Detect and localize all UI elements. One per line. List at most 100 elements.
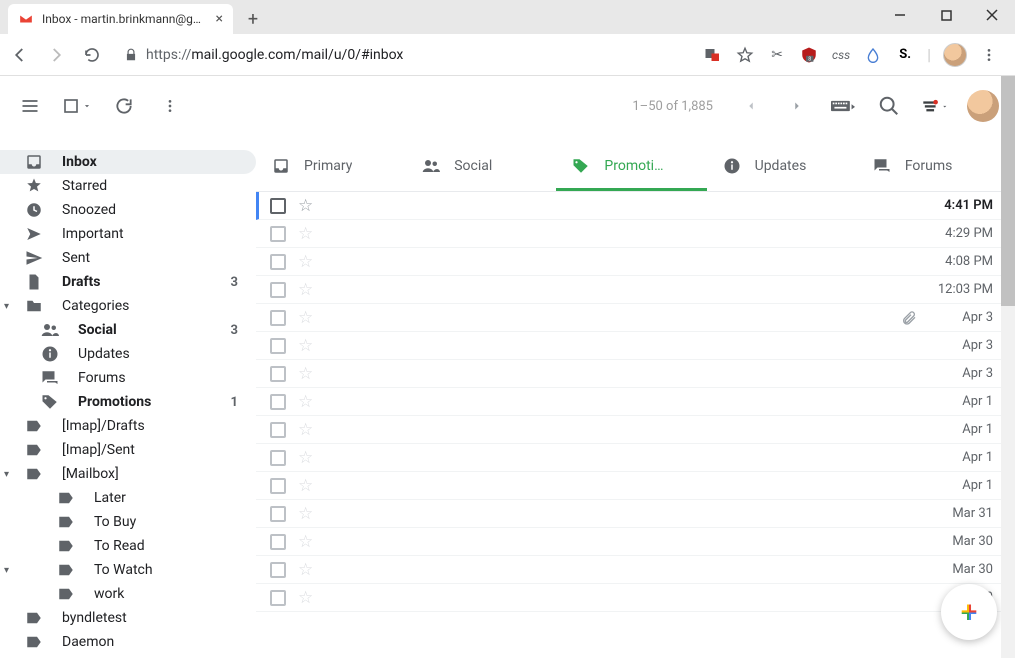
checkbox[interactable]: [270, 506, 286, 522]
star-icon[interactable]: ☆: [298, 252, 313, 272]
star-icon[interactable]: ☆: [298, 392, 313, 412]
email-row[interactable]: ☆Mar 30: [256, 584, 1007, 612]
address-bar[interactable]: https://mail.google.com/mail/u/0/#inbox: [116, 43, 691, 67]
star-icon[interactable]: ☆: [298, 224, 313, 244]
email-row[interactable]: ☆Apr 1: [256, 416, 1007, 444]
star-icon[interactable]: ☆: [298, 420, 313, 440]
prev-page-button[interactable]: [737, 92, 765, 120]
scroll-thumb[interactable]: [1001, 76, 1015, 306]
close-tab-icon[interactable]: ×: [216, 11, 223, 27]
star-icon[interactable]: ☆: [298, 504, 313, 524]
checkbox[interactable]: [270, 226, 286, 242]
ext-scissors-icon[interactable]: ✂: [767, 45, 787, 65]
more-icon[interactable]: [156, 92, 184, 120]
checkbox[interactable]: [270, 338, 286, 354]
sidebar-item-daemon[interactable]: Daemon: [0, 630, 256, 654]
close-window-button[interactable]: [969, 0, 1015, 30]
sidebar-item-promotions[interactable]: Promotions1: [0, 390, 256, 414]
sidebar-item-snoozed[interactable]: Snoozed: [0, 198, 256, 222]
email-row[interactable]: ☆Mar 30: [256, 556, 1007, 584]
checkbox[interactable]: [270, 366, 286, 382]
sidebar-item-byndletest[interactable]: byndletest: [0, 606, 256, 630]
star-icon[interactable]: ☆: [298, 588, 313, 608]
email-row[interactable]: ☆Apr 3: [256, 332, 1007, 360]
sidebar-item-categories[interactable]: ▾Categories: [0, 294, 256, 318]
star-icon[interactable]: ☆: [298, 308, 313, 328]
sidebar-item--mailbox-[interactable]: ▾[Mailbox]: [0, 462, 256, 486]
sidebar-item-drafts[interactable]: Drafts3: [0, 270, 256, 294]
star-icon[interactable]: ☆: [298, 196, 313, 216]
star-icon[interactable]: ☆: [298, 476, 313, 496]
star-icon[interactable]: ☆: [298, 532, 313, 552]
star-icon[interactable]: ☆: [298, 336, 313, 356]
profile-avatar-browser[interactable]: [943, 43, 967, 67]
browser-menu-icon[interactable]: [979, 45, 999, 65]
star-icon[interactable]: ☆: [298, 280, 313, 300]
tab-updates[interactable]: Updates: [707, 144, 857, 191]
sidebar-item-updates[interactable]: Updates: [0, 342, 256, 366]
email-row[interactable]: ☆Mar 31: [256, 500, 1007, 528]
tab-social[interactable]: Social: [406, 144, 556, 191]
checkbox[interactable]: [270, 282, 286, 298]
minimize-button[interactable]: [877, 0, 923, 30]
star-icon[interactable]: ☆: [298, 560, 313, 580]
forward-button[interactable]: [44, 43, 68, 67]
email-row[interactable]: ☆Apr 1: [256, 388, 1007, 416]
menu-icon[interactable]: [16, 92, 44, 120]
new-tab-button[interactable]: +: [239, 5, 267, 33]
sidebar-item-sent[interactable]: Sent: [0, 246, 256, 270]
sidebar-item--imap-drafts[interactable]: [Imap]/Drafts: [0, 414, 256, 438]
compose-fab[interactable]: +: [941, 584, 997, 640]
star-icon[interactable]: [735, 45, 755, 65]
email-row[interactable]: ☆4:29 PM: [256, 220, 1007, 248]
account-avatar[interactable]: [967, 90, 999, 122]
ext-css-icon[interactable]: css: [831, 45, 851, 65]
input-tool-icon[interactable]: [829, 92, 857, 120]
sidebar-item-social[interactable]: Social3: [0, 318, 256, 342]
ext-s-icon[interactable]: S.: [895, 45, 915, 65]
sidebar-item-to-buy[interactable]: To Buy: [0, 510, 256, 534]
checkbox[interactable]: [270, 198, 286, 214]
email-row[interactable]: ☆4:41 PM: [256, 192, 1007, 220]
tab-forums[interactable]: Forums: [857, 144, 1007, 191]
search-icon[interactable]: [875, 92, 903, 120]
sidebar-item-starred[interactable]: Starred: [0, 174, 256, 198]
sidebar-item-forums[interactable]: Forums: [0, 366, 256, 390]
reload-button[interactable]: [80, 43, 104, 67]
sidebar-item--imap-sent[interactable]: [Imap]/Sent: [0, 438, 256, 462]
checkbox[interactable]: [270, 422, 286, 438]
checkbox[interactable]: [270, 450, 286, 466]
sidebar-item-inbox[interactable]: Inbox: [0, 150, 256, 174]
maximize-button[interactable]: [923, 0, 969, 30]
email-row[interactable]: ☆12:03 PM: [256, 276, 1007, 304]
email-row[interactable]: ☆Apr 3: [256, 360, 1007, 388]
tab-promoti[interactable]: Promoti…: [556, 144, 706, 191]
back-button[interactable]: [8, 43, 32, 67]
checkbox[interactable]: [270, 534, 286, 550]
checkbox[interactable]: [270, 478, 286, 494]
scrollbar[interactable]: [1001, 76, 1015, 658]
settings-icon[interactable]: [921, 92, 949, 120]
star-icon[interactable]: ☆: [298, 448, 313, 468]
checkbox[interactable]: [270, 310, 286, 326]
refresh-button[interactable]: [110, 92, 138, 120]
ext-translate-icon[interactable]: [703, 45, 723, 65]
email-row[interactable]: ☆4:08 PM: [256, 248, 1007, 276]
star-icon[interactable]: ☆: [298, 364, 313, 384]
checkbox[interactable]: [270, 394, 286, 410]
ext-ublock-icon[interactable]: 8: [799, 45, 819, 65]
next-page-button[interactable]: [783, 92, 811, 120]
sidebar-item-important[interactable]: Important: [0, 222, 256, 246]
sidebar-item-work[interactable]: work: [0, 582, 256, 606]
checkbox[interactable]: [270, 254, 286, 270]
email-row[interactable]: ☆Apr 1: [256, 472, 1007, 500]
checkbox[interactable]: [270, 590, 286, 606]
sidebar-item-to-watch[interactable]: ▾To Watch: [0, 558, 256, 582]
sidebar-item-to-read[interactable]: To Read: [0, 534, 256, 558]
sidebar-item-later[interactable]: Later: [0, 486, 256, 510]
email-row[interactable]: ☆Apr 3: [256, 304, 1007, 332]
tab-primary[interactable]: Primary: [256, 144, 406, 191]
ext-drop-icon[interactable]: [863, 45, 883, 65]
select-all-dropdown[interactable]: [62, 97, 92, 115]
email-row[interactable]: ☆Mar 30: [256, 528, 1007, 556]
